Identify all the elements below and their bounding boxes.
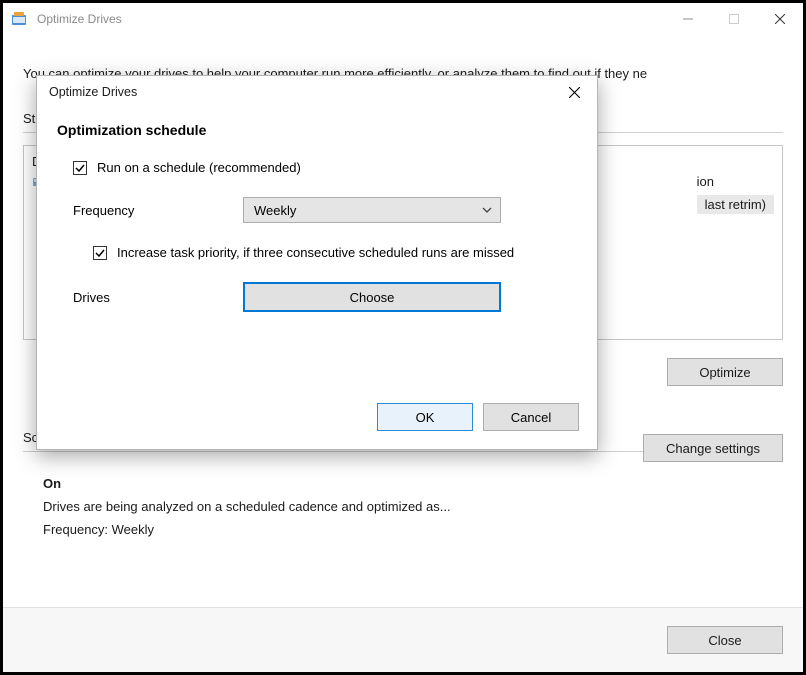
drives-row: Drives Choose [73, 282, 577, 312]
dialog-body: Optimization schedule Run on a schedule … [37, 108, 597, 391]
schedule-dialog: Optimize Drives Optimization schedule Ru… [36, 75, 598, 450]
minimize-button[interactable] [665, 3, 711, 35]
change-settings-button[interactable]: Change settings [643, 434, 783, 462]
frequency-row: Frequency Weekly [73, 197, 577, 223]
priority-label: Increase task priority, if three consecu… [117, 245, 514, 260]
status-fragment-line2: last retrim) [697, 195, 774, 214]
status-column-fragment: ion last retrim) [697, 174, 774, 214]
frequency-label: Frequency [73, 203, 243, 218]
schedule-frequency: Frequency: Weekly [43, 522, 783, 537]
schedule-description: Drives are being analyzed on a scheduled… [43, 499, 783, 514]
close-button[interactable] [757, 3, 803, 35]
ok-button[interactable]: OK [377, 403, 473, 431]
frequency-dropdown[interactable]: Weekly [243, 197, 501, 223]
dialog-footer: OK Cancel [37, 391, 597, 449]
dialog-heading: Optimization schedule [57, 122, 577, 138]
maximize-button[interactable] [711, 3, 757, 35]
window-controls [665, 3, 803, 35]
run-schedule-row: Run on a schedule (recommended) [73, 160, 577, 175]
schedule-status-on: On [43, 476, 783, 491]
optimize-button[interactable]: Optimize [667, 358, 783, 386]
dialog-close-button[interactable] [551, 76, 597, 108]
drives-label: Drives [73, 290, 243, 305]
check-icon [95, 248, 105, 258]
run-schedule-checkbox[interactable] [73, 161, 87, 175]
main-window-title: Optimize Drives [37, 12, 665, 26]
choose-drives-button[interactable]: Choose [243, 282, 501, 312]
priority-row: Increase task priority, if three consecu… [93, 245, 577, 260]
frequency-selected-value: Weekly [254, 203, 296, 218]
app-icon [11, 11, 27, 27]
check-icon [75, 163, 85, 173]
run-schedule-label: Run on a schedule (recommended) [97, 160, 301, 175]
chevron-down-icon [482, 205, 492, 215]
dialog-title: Optimize Drives [49, 85, 551, 99]
priority-checkbox[interactable] [93, 246, 107, 260]
status-fragment-line1: ion [697, 174, 774, 189]
cancel-button[interactable]: Cancel [483, 403, 579, 431]
main-footer: Close [3, 607, 803, 672]
main-titlebar: Optimize Drives [3, 3, 803, 35]
close-main-button[interactable]: Close [667, 626, 783, 654]
dialog-titlebar: Optimize Drives [37, 76, 597, 108]
